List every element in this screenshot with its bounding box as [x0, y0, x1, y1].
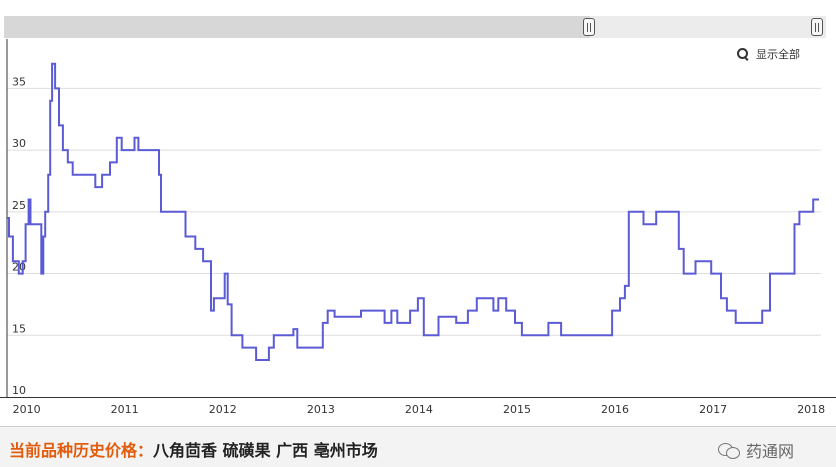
y-tick-label: 30: [12, 137, 26, 150]
x-tick-label: 2010: [13, 403, 41, 416]
footer-label: 当前品种历史价格：: [9, 441, 154, 460]
x-tick-label: 2014: [405, 403, 433, 416]
y-tick-label: 25: [12, 199, 26, 212]
y-tick-label: 35: [12, 75, 26, 88]
wechat-icon: [718, 441, 740, 459]
footer-item: 八角茴香 硫磺果 广西 亳州市场: [153, 441, 378, 460]
price-chart: 1015202530352010 2011 2012 2013 2014 2015 2016…: [0, 39, 836, 416]
x-tick-label: 2018: [797, 403, 825, 416]
x-tick-label: 2015: [503, 403, 531, 416]
x-tick-label: 2013: [307, 403, 335, 416]
watermark-text: 药通网: [746, 442, 795, 461]
x-tick-label: 2017: [699, 403, 727, 416]
x-tick-label: 2011: [111, 403, 139, 416]
footer-title: 当前品种历史价格：八角茴香 硫磺果 广西 亳州市场: [9, 437, 378, 461]
watermark: 药通网: [718, 438, 794, 462]
footer-bar: 当前品种历史价格：八角茴香 硫磺果 广西 亳州市场 药通网: [0, 426, 836, 467]
y-tick-label: 15: [12, 322, 26, 335]
y-tick-label: 10: [12, 384, 26, 397]
x-tick-label: 2016: [601, 403, 629, 416]
x-tick-label: 2012: [209, 403, 237, 416]
